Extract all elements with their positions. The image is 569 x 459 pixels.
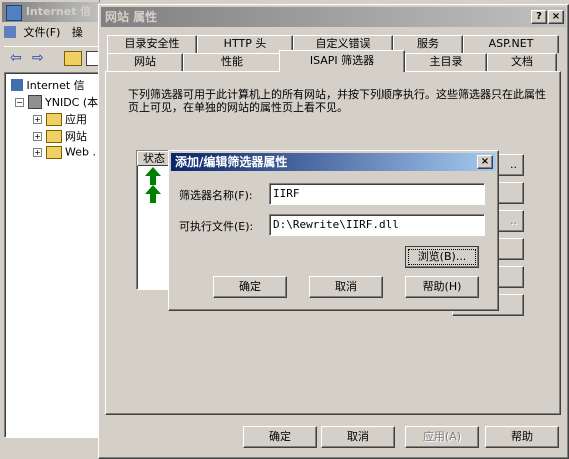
folder-icon (45, 129, 62, 143)
filters-description: 下列筛选器可用于此计算机上的所有网站，并按下列顺序执行。这些筛选器只在此属性页上… (128, 88, 546, 114)
collapse-icon[interactable]: − (15, 97, 24, 107)
tab-aspnet[interactable]: ASP.NET (463, 35, 559, 53)
tab-directory-security[interactable]: 目录安全性 (107, 35, 197, 53)
close-button[interactable]: × (548, 10, 564, 24)
mmc-toolbar: ⇦ ⇨ (4, 46, 100, 68)
up-folder-icon[interactable] (64, 51, 82, 66)
tree-item-server[interactable]: − YNIDC (本 (15, 94, 98, 110)
folder-icon (45, 145, 62, 159)
mmc-tree-pane[interactable]: Internet 信 − YNIDC (本 + 应用 + 网站 + Web . (4, 72, 100, 438)
executable-input[interactable]: D:\Rewrite\IIRF.dll (269, 214, 485, 236)
filter-dialog-titlebar[interactable]: 添加/编辑筛选器属性 × (171, 153, 496, 171)
up-arrow-icon (145, 185, 161, 203)
expand-icon[interactable]: + (33, 131, 42, 141)
tree-item-root[interactable]: Internet 信 (11, 77, 85, 93)
apply-button[interactable]: 应用(A) (405, 426, 479, 448)
forward-arrow-icon[interactable]: ⇨ (32, 50, 44, 66)
list-header-status[interactable]: 状态 (137, 151, 171, 166)
mmc-window: Internet 信 文件(F) 操 ⇦ ⇨ Internet 信 − YNID… (0, 0, 100, 459)
tree-item-webext[interactable]: + Web . (33, 145, 96, 159)
browse-button[interactable]: 浏览(B)... (405, 246, 479, 268)
filter-dialog-title: 添加/编辑筛选器属性 (175, 155, 288, 169)
dialog-close-button[interactable]: × (477, 155, 493, 169)
tab-performance[interactable]: 性能 (183, 53, 281, 71)
help-button[interactable]: ? (531, 10, 547, 24)
mmc-menu-icon[interactable] (4, 26, 16, 38)
server-icon (27, 95, 42, 109)
dialog-cancel-button[interactable]: 取消 (309, 276, 383, 298)
tree-item-websites[interactable]: + 网站 (33, 128, 87, 144)
menu-action[interactable]: 操 (72, 26, 83, 39)
mmc-title: Internet 信 (25, 5, 92, 18)
dialog-help-button[interactable]: 帮助(H) (405, 276, 479, 298)
tab-home-directory[interactable]: 主目录 (405, 53, 487, 71)
up-arrow-icon (145, 167, 161, 185)
properties-title: 网站 属性 (105, 10, 158, 24)
cancel-button[interactable]: 取消 (321, 426, 395, 448)
filter-name-label: 筛选器名称(F): (179, 189, 253, 202)
properties-titlebar[interactable]: 网站 属性 ? × (101, 7, 566, 27)
executable-label: 可执行文件(E): (179, 220, 254, 233)
back-arrow-icon[interactable]: ⇦ (10, 50, 22, 66)
mmc-menubar: 文件(F) 操 (4, 24, 100, 42)
mmc-titlebar[interactable]: Internet 信 (2, 2, 100, 22)
tab-documents[interactable]: 文档 (487, 53, 557, 71)
menu-file[interactable]: 文件(F) (24, 26, 61, 39)
tree-item-apppools[interactable]: + 应用 (33, 111, 87, 127)
filter-dialog: 添加/编辑筛选器属性 × 筛选器名称(F): IIRF 可执行文件(E): D:… (168, 150, 499, 311)
expand-icon[interactable]: + (33, 147, 42, 157)
filter-name-input[interactable]: IIRF (269, 183, 485, 205)
expand-icon[interactable]: + (33, 114, 42, 124)
ok-button[interactable]: 确定 (243, 426, 317, 448)
iis-root-icon (11, 79, 23, 91)
dialog-ok-button[interactable]: 确定 (213, 276, 287, 298)
help-bottom-button[interactable]: 帮助 (485, 426, 559, 448)
iis-icon (6, 5, 22, 21)
folder-icon (45, 112, 62, 126)
tab-isapi-filters[interactable]: ISAPI 筛选器 (279, 50, 405, 72)
tab-website[interactable]: 网站 (107, 53, 183, 71)
